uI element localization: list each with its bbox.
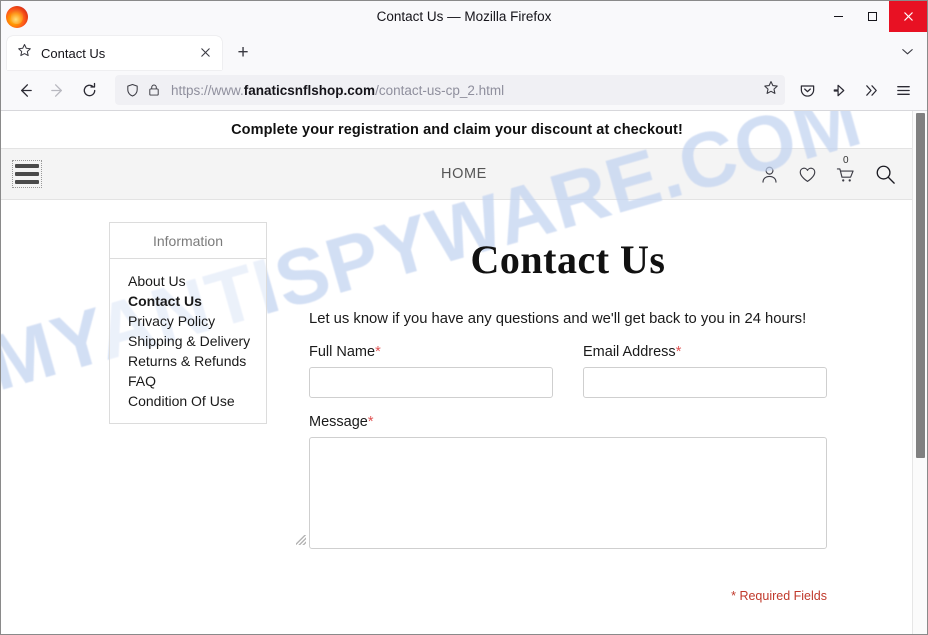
close-window-button[interactable] [889, 1, 927, 32]
sidebar-item-about-us[interactable]: About Us [128, 271, 266, 291]
cart-icon[interactable]: 0 [835, 155, 857, 185]
contact-main: Contact Us Let us know if you have any q… [267, 222, 927, 603]
overflow-menu-icon[interactable] [855, 75, 887, 105]
email-input[interactable] [583, 367, 827, 398]
web-page: Complete your registration and claim you… [1, 111, 927, 634]
message-label-text: Message [309, 414, 368, 430]
page-scrollbar[interactable] [912, 111, 927, 634]
full-name-label-text: Full Name [309, 344, 376, 360]
url-text[interactable]: https://www.fanaticsnflshop.com/contact-… [171, 83, 757, 98]
sidebar-item-condition-of-use[interactable]: Condition Of Use [128, 391, 266, 411]
content-layout: Information About Us Contact Us Privacy … [1, 222, 927, 603]
bookmark-star-icon[interactable] [763, 80, 779, 101]
site-header: HOME 0 [1, 148, 927, 200]
minimize-button[interactable] [821, 1, 855, 32]
full-name-label: Full Name* [309, 344, 553, 360]
chevron-down-icon[interactable] [900, 44, 915, 64]
url-bar[interactable]: https://www.fanaticsnflshop.com/contact-… [115, 75, 785, 105]
sidebar-item-shipping-delivery[interactable]: Shipping & Delivery [128, 331, 266, 351]
account-icon[interactable] [759, 164, 780, 185]
window-title: Contact Us — Mozilla Firefox [376, 9, 552, 24]
required-fields-note: * Required Fields [731, 589, 827, 603]
title-bar: Contact Us — Mozilla Firefox [1, 1, 927, 32]
contact-form: Full Name* Email Address* Message* * Req… [296, 344, 827, 603]
intro-text: Let us know if you have any questions an… [309, 311, 807, 327]
required-asterisk: * [375, 344, 381, 360]
window-controls [821, 1, 927, 32]
sidebar-item-privacy-policy[interactable]: Privacy Policy [128, 311, 266, 331]
message-label: Message* [309, 414, 827, 430]
field-email-address: Email Address* [583, 344, 827, 398]
sidebar-link-list: About Us Contact Us Privacy Policy Shipp… [110, 259, 266, 423]
page-content: MYANTISPYWARE.COM Information About Us C… [1, 111, 927, 632]
sidebar-item-contact-us[interactable]: Contact Us [128, 291, 266, 311]
firefox-logo-icon [6, 5, 28, 28]
sidebar-title: Information [110, 223, 266, 259]
new-tab-button[interactable]: + [228, 38, 258, 68]
cart-count-badge: 0 [843, 154, 849, 166]
page-scrollbar-thumb[interactable] [916, 113, 925, 458]
menu-hamburger-icon[interactable] [12, 160, 42, 188]
lock-icon[interactable] [147, 83, 161, 97]
url-domain: fanaticsnflshop.com [243, 82, 376, 98]
url-prefix: https://www. [171, 82, 244, 98]
full-name-input[interactable] [309, 367, 553, 398]
page-viewport: Complete your registration and claim you… [1, 111, 927, 634]
form-row-name-email: Full Name* Email Address* [309, 344, 827, 398]
message-textarea[interactable] [309, 437, 827, 549]
forward-button[interactable] [41, 75, 73, 105]
email-label: Email Address* [583, 344, 827, 360]
search-icon[interactable] [874, 163, 897, 186]
back-button[interactable] [9, 75, 41, 105]
navigation-toolbar: https://www.fanaticsnflshop.com/contact-… [1, 70, 927, 111]
reload-button[interactable] [73, 75, 105, 105]
maximize-button[interactable] [855, 1, 889, 32]
required-asterisk: * [367, 414, 374, 430]
app-menu-icon[interactable] [887, 75, 919, 105]
tab-title: Contact Us [41, 45, 106, 61]
field-message: Message* [296, 414, 827, 549]
promo-banner: Complete your registration and claim you… [1, 111, 927, 148]
pocket-save-icon[interactable] [791, 75, 823, 105]
tab-contact-us[interactable]: Contact Us [7, 36, 222, 70]
information-sidebar: Information About Us Contact Us Privacy … [109, 222, 267, 424]
email-label-text: Email Address [583, 344, 676, 360]
share-extension-icon[interactable] [823, 75, 855, 105]
close-tab-icon[interactable] [196, 46, 214, 60]
tab-strip: Contact Us + [1, 32, 927, 70]
browser-window: Contact Us — Mozilla Firefox Contact Us … [0, 0, 928, 635]
url-path: /contact-us-cp_2.html [375, 82, 505, 98]
sidebar-item-returns-refunds[interactable]: Returns & Refunds [128, 351, 266, 371]
page-title: Contact Us [470, 237, 666, 282]
sidebar-item-faq[interactable]: FAQ [128, 371, 266, 391]
field-full-name: Full Name* [309, 344, 553, 398]
required-asterisk: * [675, 344, 682, 360]
shield-icon[interactable] [125, 83, 140, 98]
header-icon-group: 0 [759, 155, 897, 186]
star-icon [17, 43, 33, 63]
heart-icon[interactable] [797, 164, 818, 185]
